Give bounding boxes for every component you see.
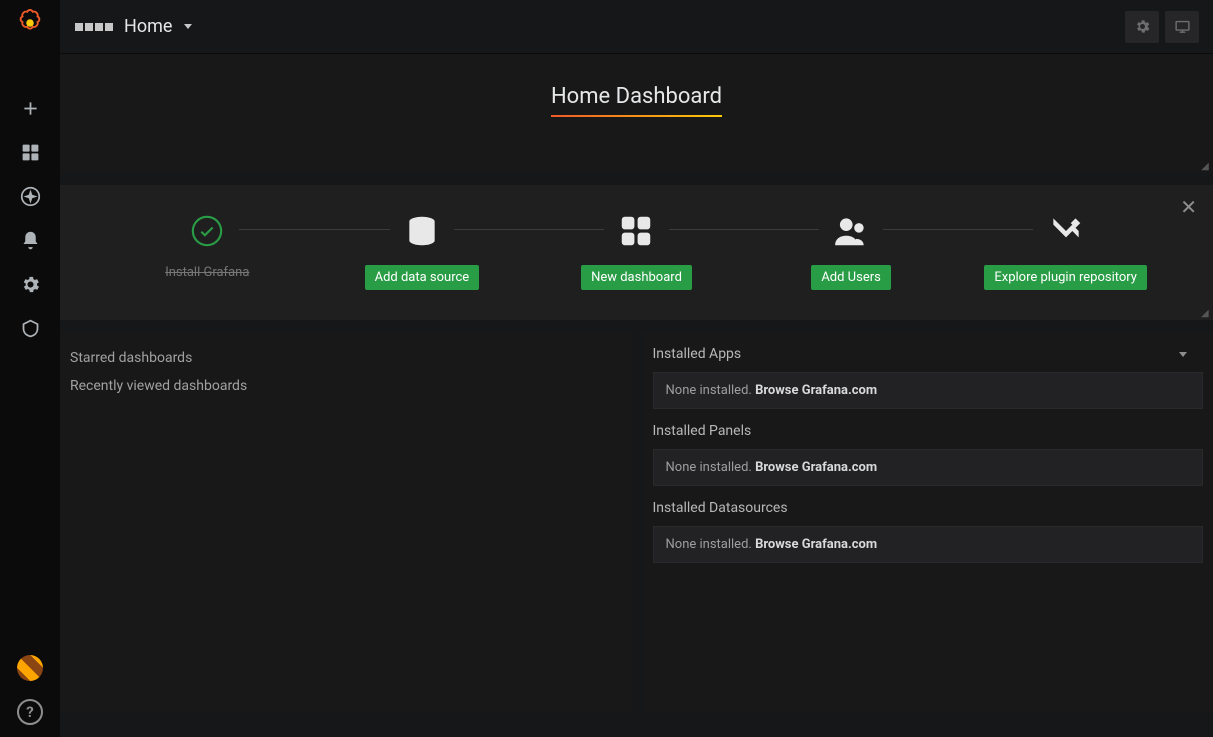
resize-handle-icon: ◢ — [1201, 163, 1209, 171]
add-data-source-button[interactable]: Add data source — [365, 265, 480, 290]
step-add-data-source: Add data source — [315, 211, 530, 290]
create-icon[interactable] — [0, 86, 60, 130]
plugin-section: Installed Apps None installed. Browse Gra… — [653, 346, 1204, 409]
close-icon[interactable]: ✕ — [1180, 195, 1197, 219]
plugin-none-box: None installed. Browse Grafana.com — [653, 526, 1204, 563]
add-users-icon — [832, 211, 870, 251]
configuration-icon[interactable] — [0, 262, 60, 306]
chevron-down-icon — [184, 24, 192, 29]
plugin-section: Installed Panels None installed. Browse G… — [653, 423, 1204, 486]
resize-handle-icon: ◢ — [1201, 310, 1209, 318]
page-title: Home Dashboard — [551, 84, 722, 117]
getting-started-panel: ✕ Install Grafana Add data source New dash… — [60, 185, 1213, 320]
help-icon[interactable]: ? — [17, 699, 43, 725]
user-avatar[interactable] — [17, 655, 43, 681]
install-grafana-icon — [190, 211, 224, 251]
section-title: Installed Apps — [653, 346, 1204, 362]
server-admin-icon[interactable] — [0, 306, 60, 350]
plugin-section: Installed Datasources None installed. Bro… — [653, 500, 1204, 563]
dashboards-panel: Starred dashboards Recently viewed dashb… — [60, 332, 631, 712]
settings-button[interactable] — [1125, 11, 1159, 43]
cycle-view-button[interactable] — [1165, 11, 1199, 43]
dashboards-icon[interactable] — [0, 130, 60, 174]
step-explore-plugins: Explore plugin repository — [958, 211, 1173, 290]
plugins-panel: Installed Apps None installed. Browse Gra… — [643, 332, 1213, 712]
plugin-none-box: None installed. Browse Grafana.com — [653, 372, 1204, 409]
starred-dashboards-header: Starred dashboards — [70, 350, 621, 366]
alerting-icon[interactable] — [0, 218, 60, 262]
new-dashboard-icon — [617, 211, 655, 251]
dashboard-grid-icon — [74, 22, 114, 32]
grafana-logo[interactable] — [15, 8, 45, 38]
explore-plugins-icon — [1047, 211, 1085, 251]
step-install-grafana: Install Grafana — [100, 211, 315, 280]
add-users-button[interactable]: Add Users — [811, 265, 891, 290]
title-panel: Home Dashboard ◢ — [60, 54, 1213, 173]
chevron-down-icon[interactable] — [1179, 352, 1187, 357]
recent-dashboards-header: Recently viewed dashboards — [70, 378, 621, 394]
section-title: Installed Panels — [653, 423, 1204, 439]
step-new-dashboard: New dashboard — [529, 211, 744, 290]
plugin-none-box: None installed. Browse Grafana.com — [653, 449, 1204, 486]
dashboard-picker[interactable]: Home — [74, 16, 192, 37]
browse-link[interactable]: Browse Grafana.com — [755, 537, 877, 552]
browse-link[interactable]: Browse Grafana.com — [755, 460, 877, 475]
breadcrumb-label: Home — [124, 16, 172, 37]
add-data-source-icon — [403, 211, 441, 251]
browse-link[interactable]: Browse Grafana.com — [755, 383, 877, 398]
step-label: Install Grafana — [165, 265, 249, 280]
topbar: Home — [60, 0, 1213, 54]
new-dashboard-button[interactable]: New dashboard — [581, 265, 692, 290]
step-add-users: Add Users — [744, 211, 959, 290]
sidebar: ? — [0, 0, 60, 737]
explore-plugins-button[interactable]: Explore plugin repository — [984, 265, 1147, 290]
section-title: Installed Datasources — [653, 500, 1204, 516]
explore-icon[interactable] — [0, 174, 60, 218]
